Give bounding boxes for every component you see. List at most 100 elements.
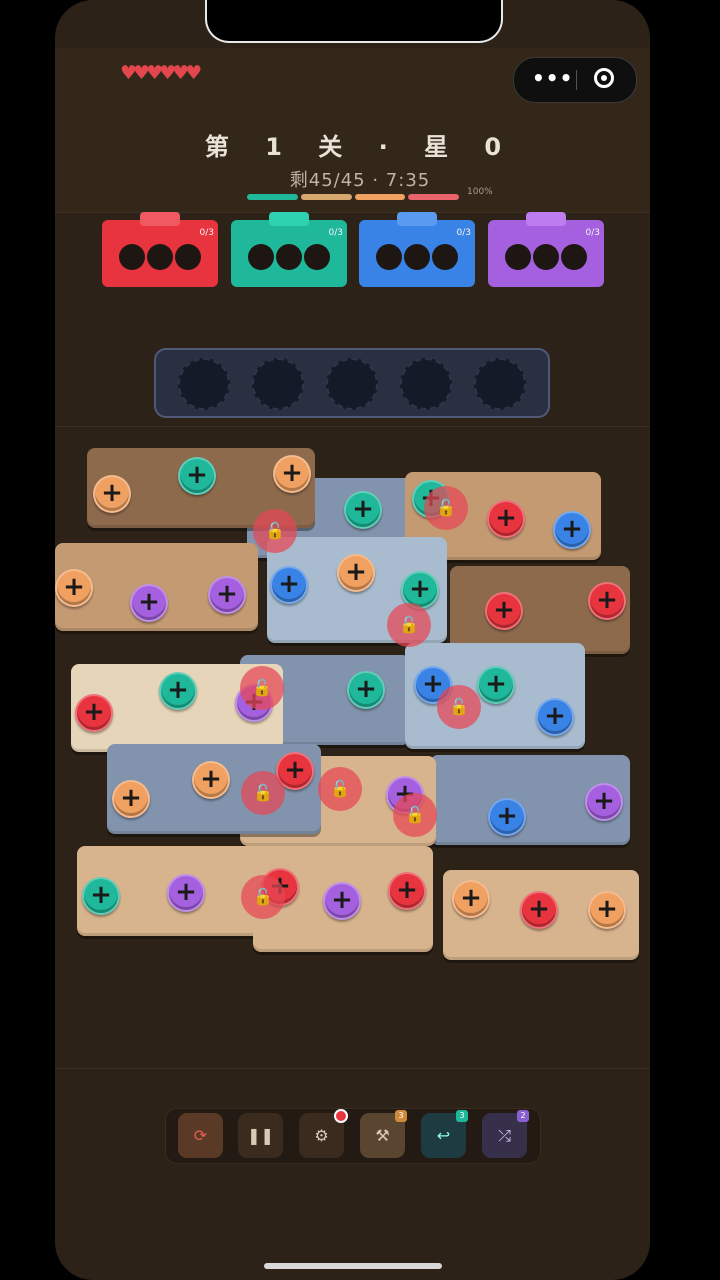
restart-icon: ⟳ — [193, 1126, 208, 1145]
screw-red[interactable]: + — [487, 500, 525, 538]
screw-red[interactable]: + — [588, 582, 626, 620]
screw-orange[interactable]: + — [273, 455, 311, 493]
screw-teal[interactable]: + — [347, 671, 385, 709]
screw-blue[interactable]: + — [270, 566, 308, 604]
screw-blue[interactable]: + — [536, 698, 574, 736]
home-indicator[interactable] — [264, 1263, 442, 1269]
progress-segment-red — [408, 194, 459, 200]
crate-hole — [248, 244, 274, 270]
shuffle-icon: ⤮ — [498, 1126, 511, 1145]
tray-slot — [178, 358, 230, 410]
screw-orange[interactable]: + — [452, 880, 490, 918]
crate-lid — [526, 212, 566, 226]
crate-red: 0/3 — [102, 212, 218, 287]
pause-icon: ❚❚ — [247, 1126, 274, 1145]
undo-count-badge: 3 — [456, 1110, 468, 1122]
screw-red[interactable]: + — [75, 694, 113, 732]
settings-button[interactable]: ⚙ — [299, 1109, 348, 1158]
screw-orange[interactable]: + — [55, 569, 93, 607]
crate-hole — [404, 244, 430, 270]
screw-purple[interactable]: + — [130, 584, 168, 622]
crate-hole — [119, 244, 145, 270]
screw-red[interactable]: + — [485, 592, 523, 630]
crate-count: 0/3 — [199, 228, 214, 238]
bottom-toolbar: ⟳ ❚❚ ⚙ ⚒ 3 ↩ 3 ⤮ 2 — [165, 1108, 541, 1164]
crate-hole — [376, 244, 402, 270]
tray-slot — [252, 358, 304, 410]
gear-icon: ⚙ — [314, 1126, 329, 1145]
lock-icon[interactable]: 🔓 — [393, 793, 437, 837]
crate-hole — [304, 244, 330, 270]
notification-dot — [334, 1109, 348, 1123]
tray-slot — [474, 358, 526, 410]
miniprogram-capsule[interactable]: ••• — [513, 57, 637, 103]
crate-lid — [140, 212, 180, 226]
screw-teal[interactable]: + — [82, 877, 120, 915]
crate-hole — [276, 244, 302, 270]
device-notch — [205, 0, 503, 43]
lock-icon[interactable]: 🔓 — [253, 509, 297, 553]
screw-orange[interactable]: + — [192, 761, 230, 799]
crate-hole — [505, 244, 531, 270]
pause-button[interactable]: ❚❚ — [238, 1113, 283, 1158]
lock-icon[interactable]: 🔓 — [241, 875, 285, 919]
lives-hearts: ♥♥♥♥♥♥ — [120, 62, 202, 84]
screw-teal[interactable]: + — [477, 666, 515, 704]
capsule-divider — [576, 70, 577, 90]
progress-percent: 100% — [467, 187, 493, 197]
screw-orange[interactable]: + — [93, 475, 131, 513]
screw-blue[interactable]: + — [488, 798, 526, 836]
divider — [55, 426, 650, 427]
screw-purple[interactable]: + — [585, 783, 623, 821]
restart-button[interactable]: ⟳ — [178, 1113, 223, 1158]
lock-icon[interactable]: 🔓 — [318, 767, 362, 811]
lock-icon[interactable]: 🔓 — [437, 685, 481, 729]
lock-icon[interactable]: 🔓 — [241, 771, 285, 815]
screw-teal[interactable]: + — [178, 457, 216, 495]
tray-slot — [400, 358, 452, 410]
screw-purple[interactable]: + — [208, 576, 246, 614]
progress-segment-tan — [300, 194, 352, 200]
crate-count: 0/3 — [585, 228, 600, 238]
hammer-icon: ⚒ — [375, 1126, 390, 1145]
remaining-timer: 剩45/45 · 7:35 — [289, 170, 431, 191]
crate-teal: 0/3 — [231, 212, 347, 287]
screw-purple[interactable]: + — [167, 874, 205, 912]
more-icon[interactable]: ••• — [532, 66, 573, 90]
holding-tray — [154, 348, 550, 418]
screw-orange[interactable]: + — [337, 554, 375, 592]
crate-hole — [432, 244, 458, 270]
crate-blue: 0/3 — [359, 212, 475, 287]
screw-teal[interactable]: + — [344, 491, 382, 529]
screw-orange[interactable]: + — [588, 891, 626, 929]
divider — [55, 1068, 650, 1069]
progress-segment-orange — [354, 194, 406, 200]
hammer-button[interactable]: ⚒ 3 — [360, 1110, 407, 1158]
progress-bar — [247, 194, 459, 200]
screw-blue[interactable]: + — [553, 511, 591, 549]
undo-button[interactable]: ↩ 3 — [421, 1110, 468, 1158]
crate-purple: 0/3 — [488, 212, 604, 287]
crate-count: 0/3 — [328, 228, 343, 238]
tray-slot — [326, 358, 378, 410]
undo-icon: ↩ — [436, 1126, 451, 1145]
screw-orange[interactable]: + — [112, 780, 150, 818]
lock-icon[interactable]: 🔓 — [387, 603, 431, 647]
screw-red[interactable]: + — [388, 872, 426, 910]
progress-segment-teal — [247, 194, 298, 200]
lock-icon[interactable]: 🔓 — [240, 666, 284, 710]
screw-red[interactable]: + — [520, 891, 558, 929]
crate-count: 0/3 — [456, 228, 471, 238]
crate-hole — [175, 244, 201, 270]
crate-lid — [397, 212, 437, 226]
close-target-icon[interactable] — [594, 68, 614, 88]
crate-lid — [269, 212, 309, 226]
crate-hole — [561, 244, 587, 270]
hammer-count-badge: 3 — [395, 1110, 407, 1122]
screw-purple[interactable]: + — [323, 882, 361, 920]
screw-teal[interactable]: + — [159, 672, 197, 710]
lock-icon[interactable]: 🔓 — [424, 486, 468, 530]
crate-hole — [147, 244, 173, 270]
shuffle-count-badge: 2 — [517, 1110, 529, 1122]
shuffle-button[interactable]: ⤮ 2 — [482, 1110, 529, 1158]
